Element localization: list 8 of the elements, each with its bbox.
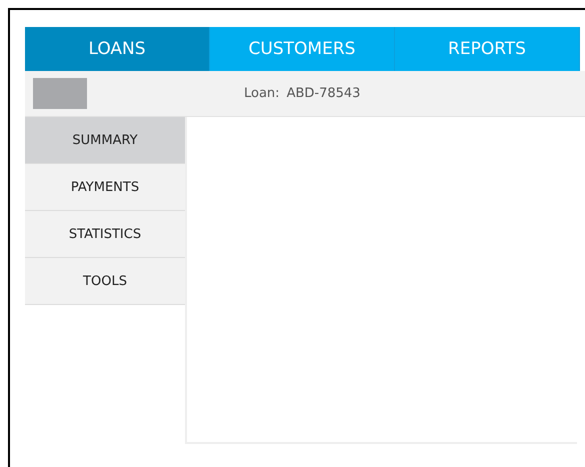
sidebar-item[interactable]: STATISTICS — [25, 211, 185, 258]
loan-number: ABD-78543 — [286, 86, 360, 101]
loan-label: Loan: — [244, 86, 280, 101]
tab[interactable]: LOANS — [25, 27, 210, 71]
sidebar-item[interactable]: SUMMARY — [25, 117, 185, 164]
sidebar-item[interactable]: PAYMENTS — [25, 164, 185, 211]
sidebar-item[interactable]: TOOLS — [25, 258, 185, 305]
image-placeholder — [33, 78, 87, 109]
